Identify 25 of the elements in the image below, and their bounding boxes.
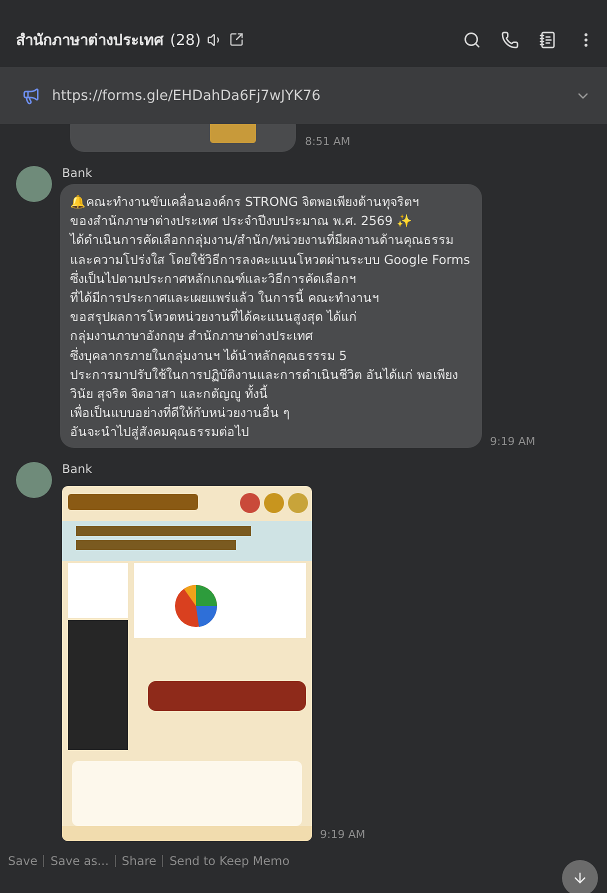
avatar[interactable] [16,166,52,202]
arrow-down-icon[interactable] [572,870,588,886]
image-action-link[interactable]: Save as... [43,854,115,867]
search-icon[interactable] [463,30,481,48]
avatar[interactable] [16,462,52,498]
member-count: (28) [170,30,201,48]
sender-name: Bank [62,462,94,476]
image-action-link[interactable]: Save [8,854,44,867]
notes-icon[interactable] [539,30,557,48]
pinned-announcement[interactable]: https://forms.gle/EHDahDa6Fj7wJYK76 [0,67,607,124]
sender-name: Bank [62,166,94,180]
megaphone-icon [22,86,40,104]
popout-icon[interactable] [228,32,244,47]
image-action-link[interactable]: Share [114,854,162,867]
phone-icon[interactable] [501,30,519,48]
pinned-link[interactable]: https://forms.gle/EHDahDa6Fj7wJYK76 [52,88,563,104]
chat-title: สำนักภาษาต่างประเทศ [16,30,164,50]
message-text: 🔔คณะทำงานขับเคลื่อนองค์กร STRONG จิตพอเพียงต้านทุจริตฯ ของสำนักภาษาต่างประเทศ ประจำปีงบประมาณ พ.ศ. 2569 ✨ ได้ดำเนินการคัดเลือกกลุ่มงาน/สำนัก/หน่วยงานที่มีผลงานด้านคุณธรรม และความโปร่งใส โดยใช้วิธีการลงคะแนนโหวตผ่านระบบ Google Forms ซึ่งเป็นไปตามประกาศหลักเกณฑ์และวิธีการคัดเลือกฯ ที่ได้มีการประกาศและเผยแพร่แล้ว ในการนี้ คณะทำงานฯ ขอสรุปผลการโหวตหน่วยงานที่ได้คะแนนสูงสุด ได้แก่ กลุ่มงานภาษาอังกฤษ สำนักภาษาต่างประเทศ ซึ่งบุคลากรภายในกลุ่มงานฯ ได้นำหลักคุณธรรรม 5 ประการมาปรับใช้ในการปฏิบัติงานและการดำเนินชีวิต อันได้แก่ พอเพียง วินัย สุจริต จิตอาสา และกตัญญู ทั้งนี้ เพื่อเป็นแบบอย่างที่ดีให้กับหน่วยงานอื่น ๆ อันจะนำไปสู่สังคมคุณธรรมต่อไป [60,184,482,448]
poster-image[interactable] [62,486,312,841]
scroll-down-button[interactable] [562,860,598,893]
message-time: 9:19 AM [320,828,366,841]
message-time: 9:19 AM [490,434,536,448]
thumbnail-image [210,124,256,143]
message-time: 8:51 AM [305,135,350,148]
image-action-link[interactable]: Send to Keep Memo [162,854,296,867]
